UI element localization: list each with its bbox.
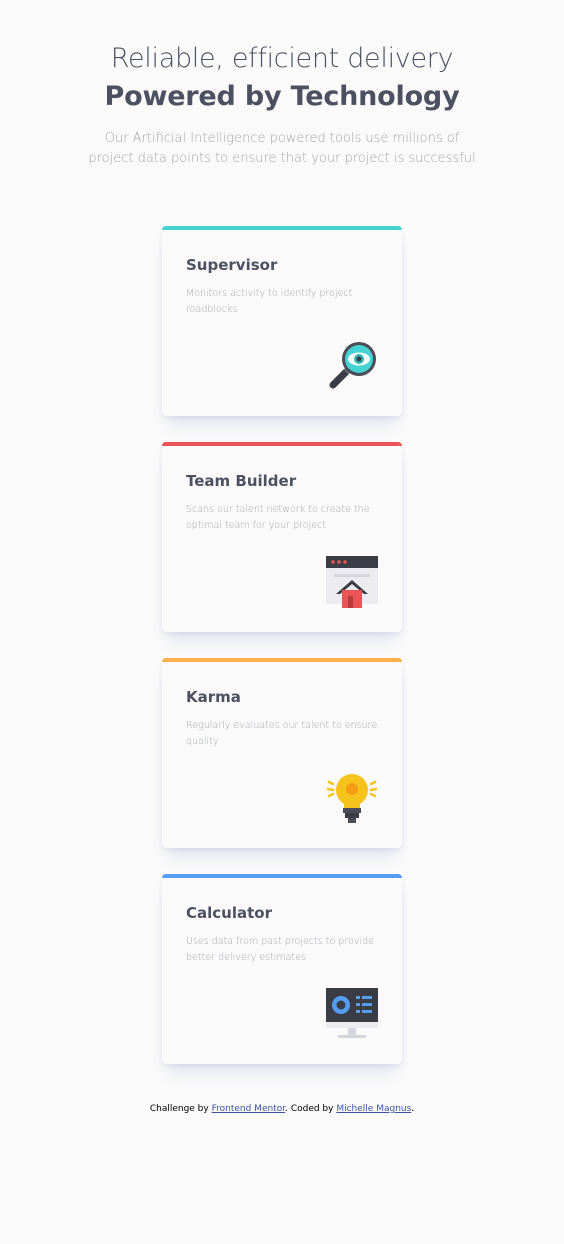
card-title: Karma (186, 688, 241, 706)
browser-house-icon (326, 556, 378, 608)
card-description: Scans our talent network to create the o… (186, 504, 370, 531)
card-accent-bar (162, 874, 402, 878)
card-title: Team Builder (186, 472, 297, 490)
page-title-light: Reliable, efficient delivery (110, 43, 454, 74)
footer-middle: . Coded by (285, 1104, 337, 1114)
card-calculator: Calculator Uses data from past projects … (162, 874, 402, 1064)
attribution-footer: Challenge by Frontend Mentor. Coded by M… (0, 1104, 564, 1114)
card-title: Supervisor (186, 256, 278, 274)
frontend-mentor-link[interactable]: Frontend Mentor (212, 1104, 286, 1114)
footer-suffix: . (411, 1104, 415, 1114)
footer-prefix: Challenge by (149, 1104, 212, 1114)
page-subtitle: Our Artificial Intelligence powered tool… (88, 131, 476, 166)
card-accent-bar (162, 442, 402, 446)
card-description: Regularly evaluates our talent to ensure… (186, 720, 378, 747)
card-supervisor: Supervisor Monitors activity to identify… (162, 226, 402, 416)
card-team-builder: Team Builder Scans our talent network to… (162, 442, 402, 632)
card-title: Calculator (186, 904, 272, 922)
monitor-dashboard-icon (326, 988, 378, 1040)
page-title-bold: Powered by Technology (104, 81, 460, 112)
card-description: Monitors activity to identify project ro… (186, 288, 353, 315)
card-accent-bar (162, 226, 402, 230)
author-link[interactable]: Michelle Magnus (336, 1104, 411, 1114)
lightbulb-icon (326, 772, 378, 824)
magnifier-eye-icon (326, 340, 378, 392)
card-description: Uses data from past projects to provide … (186, 936, 374, 963)
card-karma: Karma Regularly evaluates our talent to … (162, 658, 402, 848)
card-accent-bar (162, 658, 402, 662)
